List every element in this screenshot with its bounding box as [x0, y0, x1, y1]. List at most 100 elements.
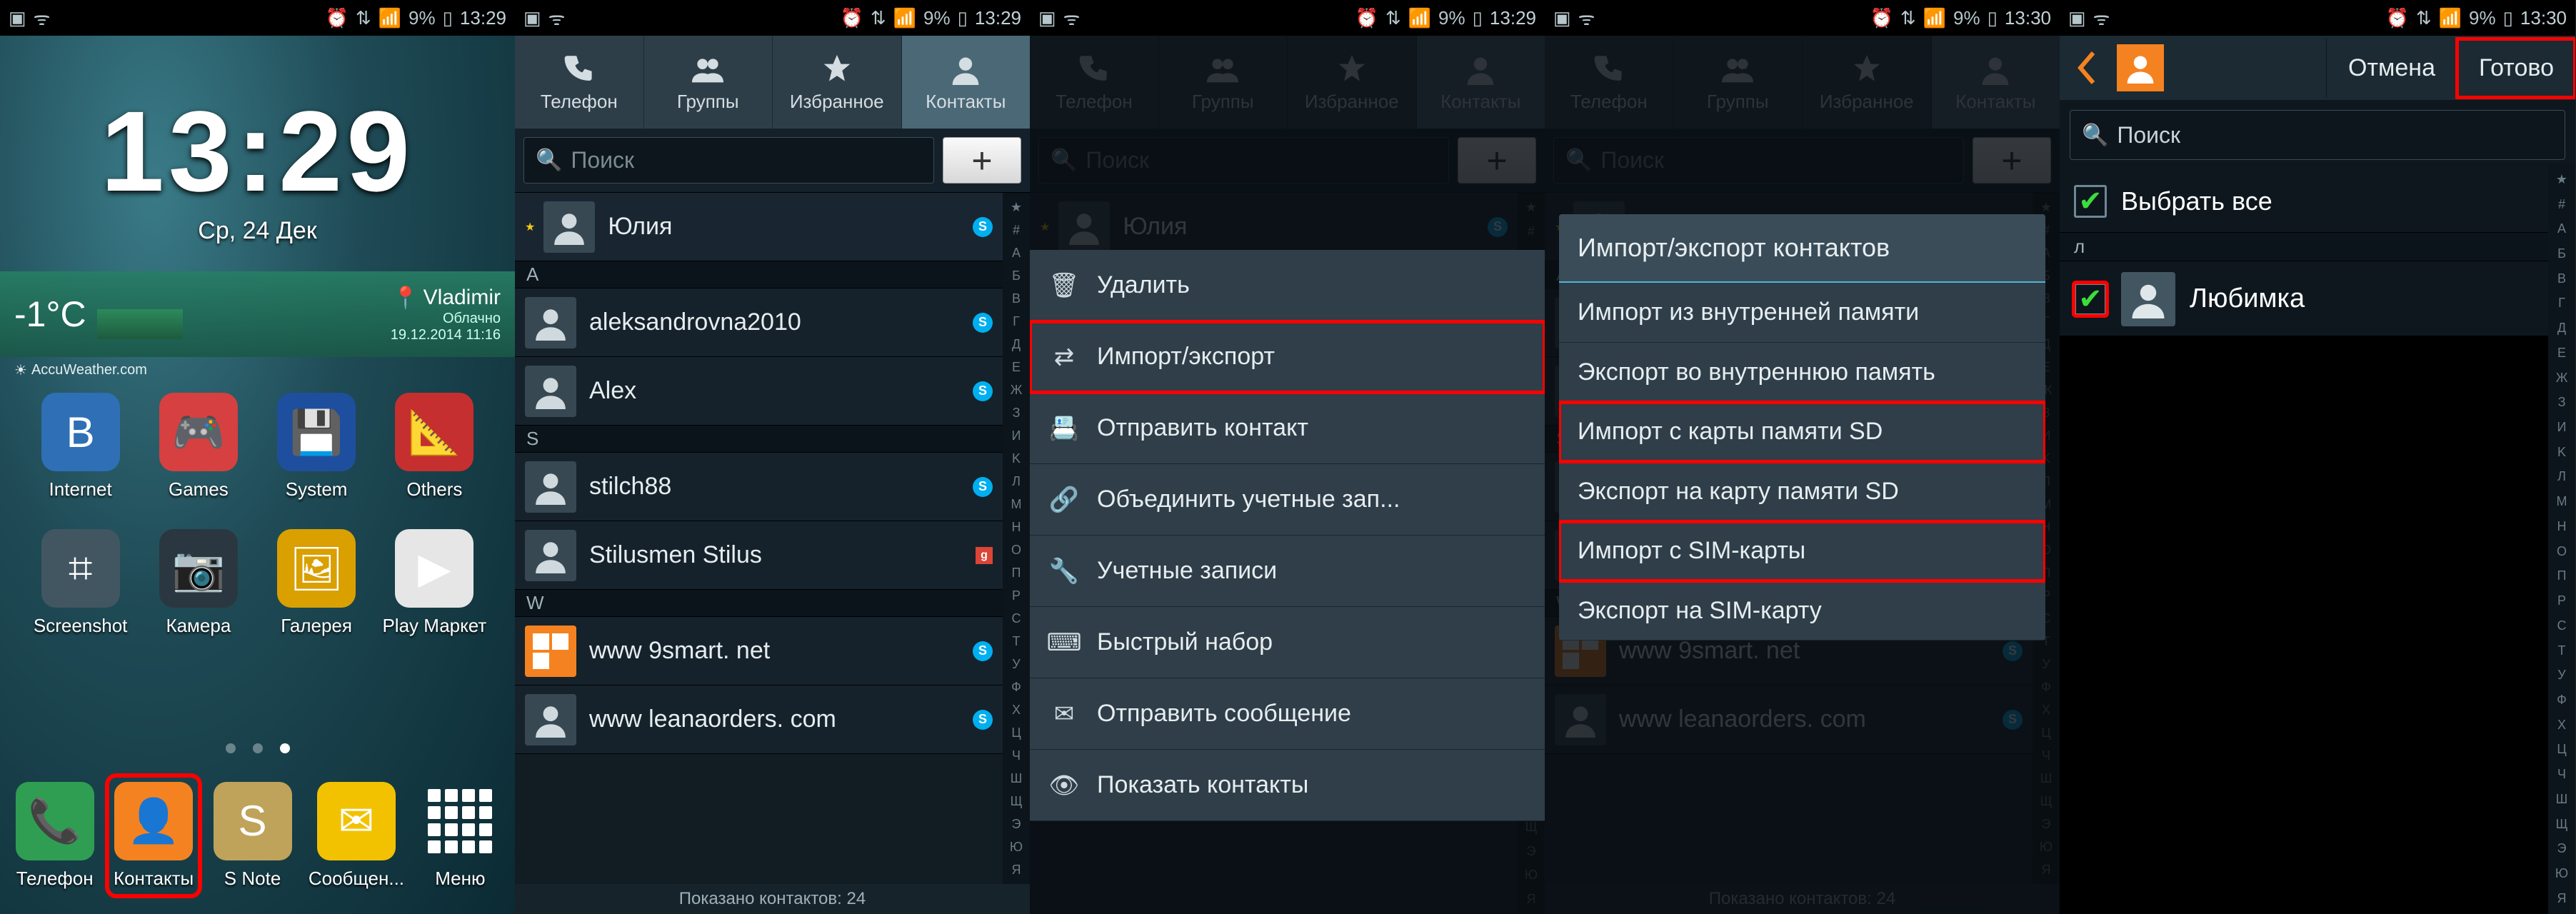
index-letter[interactable]: B [1012, 291, 1021, 306]
page-indicator[interactable] [0, 743, 515, 753]
index-letter[interactable]: Ф [1011, 680, 1021, 695]
menu-item-trash[interactable]: 🗑 Удалить [1030, 250, 1545, 321]
select-all-row[interactable]: Выбрать все [2060, 170, 2575, 233]
tab-groups[interactable]: Группы [1159, 36, 1288, 129]
menu-item-card[interactable]: 📇 Отправить контакт [1030, 393, 1545, 464]
tab-contact[interactable]: Контакты [902, 36, 1031, 129]
index-letter[interactable]: Щ [1525, 820, 1538, 835]
index-letter[interactable]: Я [1012, 863, 1021, 878]
add-contact-button[interactable]: + [943, 137, 1021, 184]
cancel-button[interactable]: Отмена [2326, 39, 2457, 98]
index-letter[interactable]: T [1013, 634, 1021, 649]
index-letter[interactable]: E [2557, 346, 2566, 361]
index-letter[interactable]: У [2557, 668, 2565, 683]
contact-select-row[interactable]: Любимка [2060, 261, 2575, 337]
index-letter[interactable]: Щ [2556, 817, 2568, 832]
done-button[interactable]: Готово [2457, 39, 2575, 98]
tab-contact[interactable]: Контакты [1417, 36, 1545, 129]
tab-phone[interactable]: Телефон [1030, 36, 1159, 129]
dialog-item[interactable]: Экспорт на SIM-карту [1559, 581, 2045, 641]
dock-телефон[interactable]: 📞 Телефон [16, 782, 94, 890]
index-letter[interactable]: P [1012, 588, 1021, 603]
index-letter[interactable]: H [1012, 520, 1021, 535]
index-letter[interactable]: Ю [2555, 866, 2568, 881]
dock-меню[interactable]: Меню [421, 782, 499, 890]
weather-widget[interactable]: -1°C 📍Vladimir Облачно 19.12.2014 11:16 [0, 271, 515, 357]
search-input[interactable]: 🔍 Поиск [2070, 110, 2565, 160]
app-play маркет[interactable]: ▶ Play Маркет [376, 529, 493, 637]
contact-row[interactable]: stilch88S [515, 453, 1003, 521]
index-letter[interactable]: Э [2042, 817, 2051, 832]
app-system[interactable]: 💾 System [258, 393, 376, 501]
index-letter[interactable]: ★ [2556, 172, 2567, 187]
contact-row[interactable]: www 9smart. netS [515, 617, 1003, 686]
app-screenshot[interactable]: ⌗ Screenshot [21, 529, 139, 637]
index-letter[interactable]: T [2558, 643, 2566, 658]
app-others[interactable]: 📐 Others [376, 393, 493, 501]
index-letter[interactable]: X [1012, 703, 1021, 718]
dock-контакты[interactable]: 👤 Контакты [111, 779, 196, 893]
app-internet[interactable]: B Internet [21, 393, 139, 501]
index-letter[interactable]: E [1012, 360, 1021, 375]
menu-item-eye[interactable]: 👁 Показать контакты [1030, 750, 1545, 821]
clock-widget[interactable]: 13:29 Ср, 24 Дек [101, 86, 414, 245]
index-letter[interactable]: O [1011, 543, 1021, 558]
index-letter[interactable]: Ц [2041, 725, 2050, 740]
index-letter[interactable]: K [1012, 451, 1021, 466]
menu-item-swap[interactable]: ⇄ Импорт/экспорт [1030, 321, 1545, 393]
page-dot-active[interactable] [280, 743, 290, 753]
index-letter[interactable]: Ч [2042, 748, 2050, 763]
index-letter[interactable]: # [1528, 224, 1535, 239]
index-letter[interactable]: Э [1527, 844, 1536, 859]
dialog-item[interactable]: Импорт с SIM-карты [1559, 521, 2045, 581]
index-letter[interactable]: Ш [2040, 771, 2053, 786]
index-letter[interactable]: Ф [2041, 680, 2051, 695]
menu-item-merge[interactable]: 🔗 Объединить учетные зап... [1030, 464, 1545, 536]
index-letter[interactable]: Ш [2556, 792, 2568, 807]
index-letter[interactable]: X [2557, 718, 2566, 733]
index-letter[interactable]: Я [2557, 891, 2567, 906]
tab-groups[interactable]: Группы [644, 36, 773, 129]
index-letter[interactable]: Л [1012, 474, 1021, 489]
index-letter[interactable]: У [2042, 657, 2050, 672]
index-letter[interactable]: Л [2557, 469, 2566, 484]
index-letter[interactable]: A [1012, 246, 1021, 261]
page-dot[interactable] [253, 743, 263, 753]
index-letter[interactable]: Щ [1011, 794, 1023, 809]
index-letter[interactable]: Ж [1011, 383, 1023, 398]
index-letter[interactable]: П [2557, 568, 2567, 583]
app-камера[interactable]: 📷 Камера [139, 529, 257, 637]
index-letter[interactable]: Э [1012, 817, 1021, 832]
back-button[interactable] [2065, 44, 2113, 91]
index-letter[interactable]: Г [2558, 296, 2565, 311]
index-letter[interactable]: У [1012, 657, 1020, 672]
menu-item-wrench[interactable]: 🔧 Учетные записи [1030, 536, 1545, 607]
contact-row[interactable]: aleksandrovna2010S [515, 288, 1003, 357]
index-letter[interactable]: Д [1012, 337, 1021, 352]
index-letter[interactable]: Ч [1012, 748, 1021, 763]
index-letter[interactable]: З [1013, 406, 1021, 421]
index-letter[interactable]: Ю [1010, 840, 1023, 855]
app-галерея[interactable]: 🖼 Галерея [258, 529, 376, 637]
tab-phone[interactable]: Телефон [515, 36, 644, 129]
menu-item-dial[interactable]: ⌨ Быстрый набор [1030, 607, 1545, 678]
tab-phone[interactable]: Телефон [1545, 36, 1674, 129]
index-letter[interactable]: M [2557, 494, 2567, 509]
index-letter[interactable]: Ю [1525, 868, 1538, 883]
index-letter[interactable]: П [1012, 566, 1021, 581]
index-letter[interactable]: Б [1012, 268, 1021, 283]
index-letter[interactable]: З [2558, 395, 2566, 410]
index-letter[interactable]: X [2042, 703, 2050, 718]
dialog-item[interactable]: Импорт с карты памяти SD [1559, 402, 2045, 462]
index-letter[interactable]: P [2557, 593, 2566, 608]
contact-row[interactable]: www leanaorders. comS [515, 686, 1003, 754]
contact-row[interactable]: www leanaorders. comS [1545, 686, 2033, 754]
tab-star[interactable]: Избранное [773, 36, 902, 129]
index-letter[interactable]: Э [2557, 841, 2567, 856]
index-letter[interactable]: C [2557, 618, 2567, 633]
index-letter[interactable]: Ц [2557, 742, 2566, 757]
contact-list[interactable]: ★ЮлияSAaleksandrovna2010SAlexSSstilch88S… [515, 193, 1003, 884]
index-letter[interactable]: Ж [2556, 371, 2568, 386]
select-all-checkbox[interactable] [2074, 185, 2107, 218]
dialog-item[interactable]: Импорт из внутренней памяти [1559, 283, 2045, 343]
